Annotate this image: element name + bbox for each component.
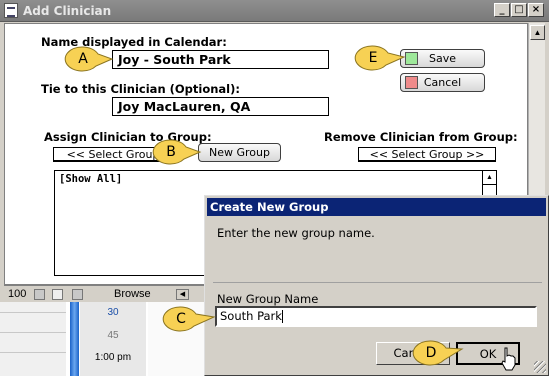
remove-group-select[interactable]: << Select Group >>	[358, 147, 496, 162]
toolbar-toggle-icon[interactable]	[72, 289, 83, 300]
mode-label: Browse	[114, 288, 151, 300]
text-caret	[281, 310, 283, 323]
zoom-out-icon[interactable]	[34, 289, 45, 300]
title-bar[interactable]: Add Clinician _ □ ×	[0, 0, 549, 22]
scroll-up-arrow-icon[interactable]: ▲	[530, 25, 545, 40]
time-slot: 1:00 pm	[94, 352, 132, 363]
create-group-dialog: Create New Group Enter the new group nam…	[204, 195, 549, 376]
calendar-day-bar	[70, 302, 79, 376]
list-scroll-up-icon[interactable]: ▲	[483, 171, 496, 185]
hand-cursor-icon	[501, 347, 516, 371]
status-bar: 100 Browse ◀	[4, 285, 211, 302]
cancel-label: Cancel	[423, 76, 462, 89]
minimize-button[interactable]: _	[494, 3, 510, 17]
tie-label: Tie to this Clinician (Optional):	[41, 82, 240, 96]
close-button[interactable]: ×	[528, 3, 544, 17]
dialog-prompt: Enter the new group name.	[217, 226, 375, 240]
list-item[interactable]: [Show All]	[59, 173, 122, 185]
zoom-in-icon[interactable]	[52, 289, 63, 300]
callout-a: A	[62, 45, 114, 73]
window-title: Add Clinician	[23, 4, 112, 18]
zoom-level[interactable]: 100	[8, 287, 26, 302]
group-name-value: South Park	[220, 309, 282, 323]
dialog-title[interactable]: Create New Group	[207, 198, 546, 216]
callout-b: B	[150, 138, 202, 166]
time-slot: 45	[107, 330, 119, 341]
remove-label: Remove Clinician from Group:	[324, 130, 518, 144]
maximize-button[interactable]: □	[511, 3, 527, 17]
resize-grip-icon[interactable]	[534, 361, 546, 373]
add-clinician-window: Add Clinician _ □ × ▲ Name displayed in …	[0, 0, 549, 376]
tie-clinician-field[interactable]: Joy MacLauren, QA	[112, 97, 329, 116]
cancel-swatch-icon	[405, 76, 418, 89]
callout-e: E	[352, 44, 406, 72]
calendar-name-field[interactable]: Joy - South Park	[112, 50, 329, 69]
scroll-left-arrow-icon[interactable]: ◀	[176, 289, 189, 300]
save-label: Save	[428, 52, 456, 65]
window-icon	[4, 3, 18, 18]
calendar-grid	[0, 302, 66, 376]
calendar-times: 30 45 1:00 pm	[80, 302, 146, 376]
dialog-divider	[213, 249, 542, 283]
save-swatch-icon	[405, 52, 418, 65]
group-name-label: New Group Name	[217, 292, 319, 306]
callout-c: C	[160, 305, 216, 333]
callout-d: D	[410, 339, 464, 367]
time-slot: 30	[107, 307, 119, 318]
group-name-input[interactable]: South Park	[215, 306, 537, 327]
save-button[interactable]: Save	[400, 49, 485, 68]
new-group-button[interactable]: New Group	[198, 143, 281, 162]
cancel-button[interactable]: Cancel	[400, 73, 485, 92]
